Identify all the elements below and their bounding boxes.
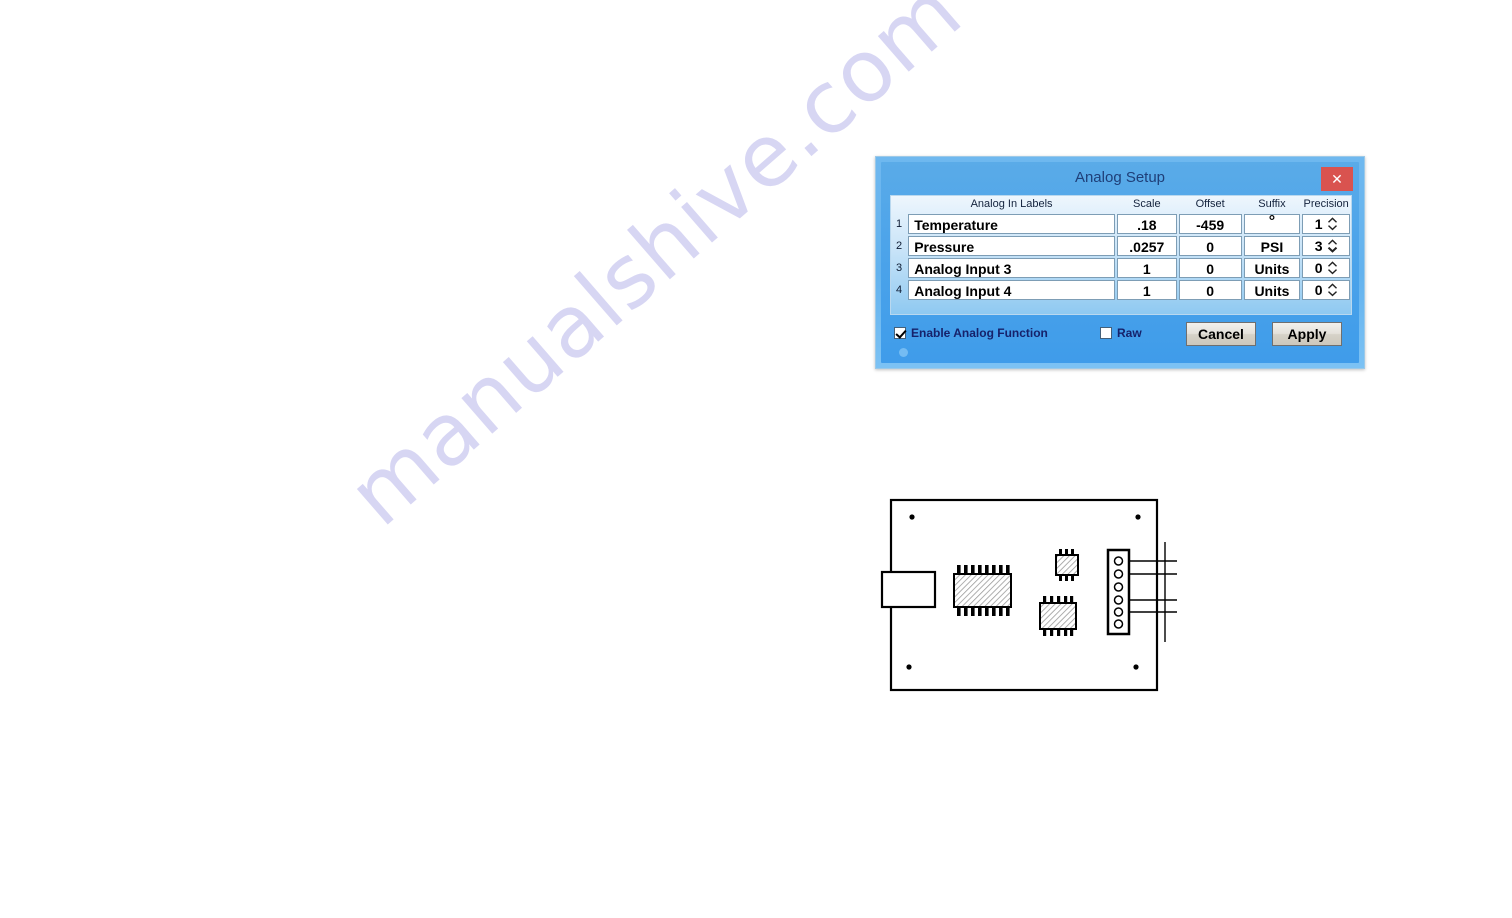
apply-button[interactable]: Apply — [1272, 322, 1342, 346]
suffix-input[interactable]: ° — [1243, 214, 1301, 234]
chevron-down-icon — [1327, 269, 1337, 275]
header-suffix: Suffix — [1258, 198, 1286, 210]
chevron-down-icon — [1327, 225, 1337, 231]
scale-input[interactable]: 1 — [1116, 280, 1177, 300]
analog-channels-table: Analog In Labels Scale Offset Suffix Pre… — [891, 196, 1351, 301]
row-number: 3 — [896, 262, 903, 274]
close-icon[interactable]: ✕ — [1321, 167, 1353, 191]
stepper-arrows[interactable] — [1327, 217, 1338, 231]
offset-input[interactable]: 0 — [1178, 258, 1242, 278]
row-number: 1 — [896, 218, 903, 230]
table-row: 4 Analog Input 4 1 0 Units 0 — [891, 279, 1351, 301]
label-input[interactable]: Analog Input 3 — [908, 258, 1115, 278]
table-row: 1 Temperature .18 -459 ° 1 — [891, 213, 1351, 235]
header-pin — [1113, 595, 1124, 605]
scale-input[interactable]: 1 — [1116, 258, 1177, 278]
header-pin — [1113, 556, 1124, 566]
enable-analog-function-checkbox[interactable]: Enable Analog Function — [894, 326, 1048, 340]
offset-input[interactable]: 0 — [1178, 236, 1242, 256]
chevron-up-icon — [1327, 261, 1337, 267]
mounting-hole — [906, 664, 912, 670]
label-input[interactable]: Temperature — [908, 214, 1115, 234]
mounting-hole — [909, 514, 915, 520]
scale-input[interactable]: .0257 — [1116, 236, 1177, 256]
row-number: 2 — [896, 240, 903, 252]
raw-label: Raw — [1117, 326, 1142, 340]
dialog-titlebar[interactable]: Analog Setup ✕ — [881, 162, 1359, 195]
dialog-body: Analog Setup ✕ Analog In Labels Scale Of… — [881, 162, 1359, 363]
precision-value: 0 — [1314, 260, 1323, 276]
header-pin — [1113, 582, 1124, 592]
stepper-arrows[interactable] — [1327, 283, 1338, 297]
circuit-board-diagram — [880, 490, 1180, 700]
suffix-input[interactable]: Units — [1243, 280, 1301, 300]
mounting-hole — [1135, 514, 1141, 520]
dialog-footer: Enable Analog Function Raw Cancel Apply — [890, 320, 1352, 350]
analog-channels-panel: Analog In Labels Scale Offset Suffix Pre… — [890, 195, 1352, 315]
row-number: 4 — [896, 284, 903, 296]
raw-checkbox[interactable]: Raw — [1100, 326, 1142, 340]
precision-stepper[interactable]: 3 — [1302, 236, 1350, 256]
table-row: 3 Analog Input 3 1 0 Units 0 — [891, 257, 1351, 279]
dialog-title: Analog Setup — [1074, 169, 1166, 186]
header-scale: Scale — [1133, 198, 1161, 210]
chevron-down-icon — [1327, 291, 1337, 297]
table-row: 2 Pressure .0257 0 PSI 3 — [891, 235, 1351, 257]
suffix-input[interactable]: PSI — [1243, 236, 1301, 256]
header-pin — [1113, 569, 1124, 579]
stepper-arrows[interactable] — [1327, 261, 1338, 275]
precision-value: 1 — [1314, 216, 1323, 232]
chevron-up-icon — [1327, 283, 1337, 289]
analog-setup-dialog: Analog Setup ✕ Analog In Labels Scale Of… — [875, 156, 1365, 369]
decorative-dot — [899, 348, 908, 357]
chevron-up-icon — [1327, 217, 1337, 223]
chevron-up-icon — [1327, 239, 1337, 245]
precision-stepper[interactable]: 0 — [1302, 280, 1350, 300]
checkbox-checked-icon[interactable] — [894, 327, 906, 339]
precision-stepper[interactable]: 1 — [1302, 214, 1350, 234]
label-input[interactable]: Analog Input 4 — [908, 280, 1115, 300]
stepper-arrows[interactable] — [1327, 239, 1338, 253]
header-pin — [1113, 607, 1124, 617]
precision-value: 3 — [1314, 238, 1323, 254]
offset-input[interactable]: -459 — [1178, 214, 1242, 234]
circuit-board-svg — [880, 498, 1177, 692]
enable-analog-function-label: Enable Analog Function — [911, 326, 1048, 340]
label-input[interactable]: Pressure — [908, 236, 1115, 256]
edge-connector — [880, 570, 937, 609]
table-header-row: Analog In Labels Scale Offset Suffix Pre… — [891, 196, 1351, 213]
pin-header — [1106, 548, 1131, 636]
header-precision: Precision — [1303, 198, 1349, 210]
offset-input[interactable]: 0 — [1178, 280, 1242, 300]
medium-ic — [1039, 596, 1077, 636]
header-labels: Analog In Labels — [970, 198, 1053, 210]
checkbox-unchecked-icon[interactable] — [1100, 327, 1112, 339]
chevron-down-icon — [1327, 246, 1337, 253]
precision-stepper[interactable]: 0 — [1302, 258, 1350, 278]
suffix-input[interactable]: Units — [1243, 258, 1301, 278]
header-offset: Offset — [1195, 198, 1225, 210]
header-spacer — [891, 196, 907, 213]
header-pin — [1113, 619, 1124, 629]
precision-value: 0 — [1314, 282, 1323, 298]
scale-input[interactable]: .18 — [1116, 214, 1177, 234]
cancel-button[interactable]: Cancel — [1186, 322, 1256, 346]
mounting-hole — [1133, 664, 1139, 670]
